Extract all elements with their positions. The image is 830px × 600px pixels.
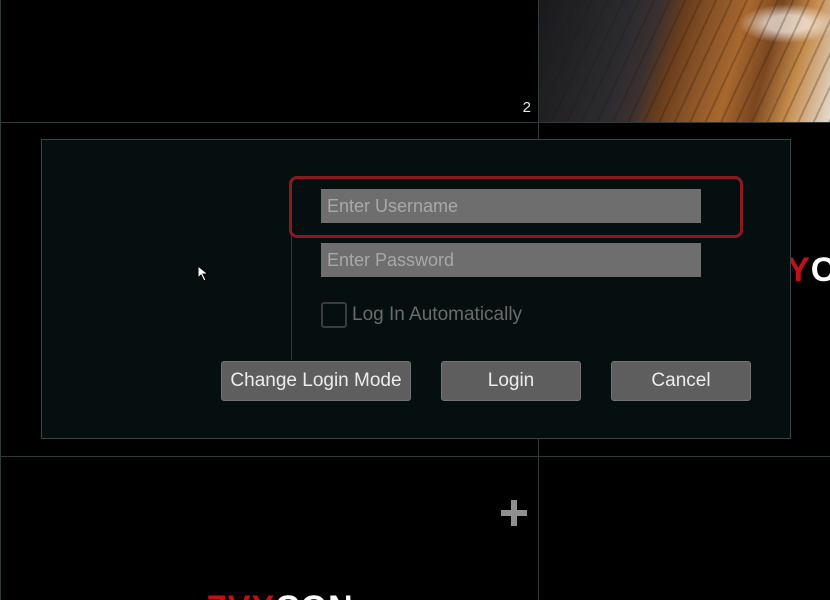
login-button[interactable]: Login [441,361,581,401]
change-login-mode-button[interactable]: Change Login Mode [221,361,411,401]
login-dialog: Log In Automatically Change Login Mode L… [41,139,791,439]
plus-icon[interactable] [501,500,527,526]
brand-logo-bottom: ZVYCON [206,589,354,600]
channel-cell-1[interactable]: 2 [0,0,540,123]
auto-login-label: Log In Automatically [352,304,523,325]
channel-number-2: 2 [522,99,531,116]
password-input[interactable] [321,243,701,277]
cancel-button[interactable]: Cancel [611,361,751,401]
username-input[interactable] [321,189,701,223]
mouse-cursor-icon [197,265,210,282]
channel-cell-camera[interactable] [538,0,830,123]
channel-cell-bottom-right[interactable] [538,456,830,600]
auto-login-checkbox[interactable] [321,302,347,328]
brand-logo-c: C [811,251,830,289]
channel-cell-bottom-left[interactable]: ZVYCON [0,456,540,600]
video-grid-screen: 2 5 YC ZVYCON Log In Automatically Chang… [0,0,830,600]
camera-feed-image [539,0,830,122]
brand-logo-partial: YC [787,251,830,290]
